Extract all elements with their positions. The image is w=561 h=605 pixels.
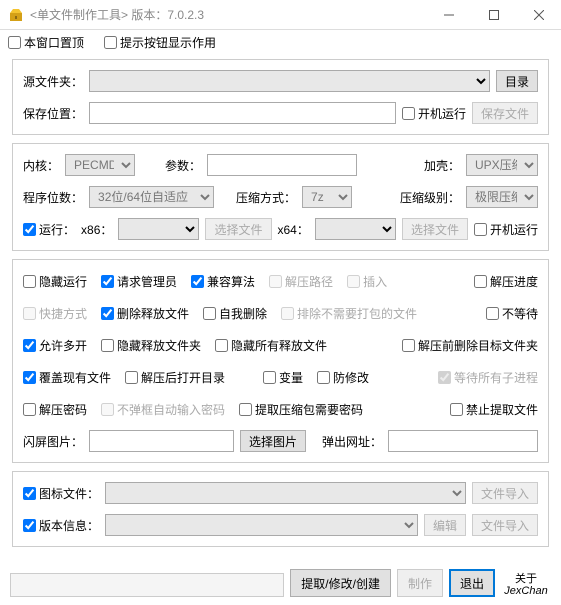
maximize-button[interactable]: [471, 0, 516, 29]
compress-level-select[interactable]: 极限压缩: [466, 186, 538, 208]
compress-method-label: 压缩方式：: [236, 189, 296, 206]
insert-checkbox[interactable]: 插入: [347, 273, 387, 290]
splash-input[interactable]: [89, 430, 234, 452]
version-info-select[interactable]: [105, 514, 418, 536]
icon-file-checkbox[interactable]: 图标文件：: [23, 485, 99, 502]
x86-label: x86：: [81, 221, 112, 238]
extract-need-pwd-checkbox[interactable]: 提取压缩包需要密码: [239, 401, 363, 418]
minimize-button[interactable]: [426, 0, 471, 29]
make-button[interactable]: 制作: [397, 569, 443, 597]
anti-tamper-checkbox[interactable]: 防修改: [317, 369, 369, 386]
compat-alg-checkbox[interactable]: 兼容算法: [191, 273, 255, 290]
about-link[interactable]: 关于 JexChan: [501, 571, 551, 597]
popup-url-input[interactable]: [388, 430, 538, 452]
shell-select[interactable]: UPX压缩: [466, 154, 538, 176]
save-path-label: 保存位置：: [23, 105, 83, 122]
x64-label: x64：: [278, 221, 309, 238]
no-wait-checkbox[interactable]: 不等待: [486, 305, 538, 322]
title-bar: <单文件制作工具> 版本：7.0.2.3: [0, 0, 561, 30]
self-delete-checkbox[interactable]: 自我删除: [203, 305, 267, 322]
overwrite-checkbox[interactable]: 覆盖现有文件: [23, 369, 111, 386]
x64-select[interactable]: [315, 218, 396, 240]
req-admin-checkbox[interactable]: 请求管理员: [101, 273, 177, 290]
x64-select-file-button[interactable]: 选择文件: [402, 218, 468, 240]
source-group: 源文件夹： 目录 保存位置： 开机运行 保存文件: [12, 59, 549, 135]
save-path-input[interactable]: [89, 102, 396, 124]
close-button[interactable]: [516, 0, 561, 29]
del-released-checkbox[interactable]: 删除释放文件: [101, 305, 189, 322]
open-dir-after-checkbox[interactable]: 解压后打开目录: [125, 369, 225, 386]
hide-all-released-checkbox[interactable]: 隐藏所有释放文件: [215, 337, 327, 354]
no-popup-pwd-checkbox[interactable]: 不弹框自动输入密码: [101, 401, 225, 418]
icon-import-button[interactable]: 文件导入: [472, 482, 538, 504]
wait-all-child-checkbox[interactable]: 等待所有子进程: [438, 369, 538, 386]
show-hints-checkbox[interactable]: 提示按钮显示作用: [104, 34, 216, 51]
boot-run-checkbox-2[interactable]: 开机运行: [474, 221, 538, 238]
source-folder-select[interactable]: [89, 70, 490, 92]
x86-select[interactable]: [118, 218, 199, 240]
compress-level-label: 压缩级别：: [400, 189, 460, 206]
hidden-run-checkbox[interactable]: 隐藏运行: [23, 273, 87, 290]
extract-pwd-checkbox[interactable]: 解压密码: [23, 401, 87, 418]
save-file-button[interactable]: 保存文件: [472, 102, 538, 124]
exit-button[interactable]: 退出: [449, 569, 495, 597]
options-group: 隐藏运行 请求管理员 兼容算法 解压路径 插入 解压进度 快捷方式 删除释放文件…: [12, 259, 549, 463]
exclude-nopack-checkbox[interactable]: 排除不需要打包的文件: [281, 305, 417, 322]
hide-release-folder-checkbox[interactable]: 隐藏释放文件夹: [101, 337, 201, 354]
params-label: 参数：: [165, 157, 201, 174]
shell-label: 加壳：: [424, 157, 460, 174]
kernel-label: 内核：: [23, 157, 59, 174]
x86-select-file-button[interactable]: 选择文件: [205, 218, 271, 240]
config-group: 内核： PECMD 参数： 加壳： UPX压缩 程序位数： 32位/64位自适应…: [12, 143, 549, 251]
version-info-checkbox[interactable]: 版本信息：: [23, 517, 99, 534]
bottom-bar: 提取/修改/创建 制作 退出 关于 JexChan: [0, 563, 561, 605]
extract-modify-button[interactable]: 提取/修改/创建: [290, 569, 391, 597]
resource-group: 图标文件： 文件导入 版本信息： 编辑 文件导入: [12, 471, 549, 547]
catalog-button[interactable]: 目录: [496, 70, 538, 92]
params-input[interactable]: [207, 154, 357, 176]
window-title: <单文件制作工具> 版本：7.0.2.3: [30, 6, 426, 23]
forbid-extract-checkbox[interactable]: 禁止提取文件: [450, 401, 538, 418]
extract-path-checkbox[interactable]: 解压路径: [269, 273, 333, 290]
bits-label: 程序位数：: [23, 189, 83, 206]
version-import-button[interactable]: 文件导入: [472, 514, 538, 536]
run-checkbox[interactable]: 运行：: [23, 221, 75, 238]
select-image-button[interactable]: 选择图片: [240, 430, 306, 452]
kernel-select[interactable]: PECMD: [65, 154, 135, 176]
source-folder-label: 源文件夹：: [23, 73, 83, 90]
allow-multi-checkbox[interactable]: 允许多开: [23, 337, 87, 354]
extract-progress-checkbox[interactable]: 解压进度: [474, 273, 538, 290]
popup-url-label: 弹出网址：: [322, 433, 382, 450]
app-icon: [8, 7, 24, 23]
shortcut-checkbox[interactable]: 快捷方式: [23, 305, 87, 322]
edit-button[interactable]: 编辑: [424, 514, 466, 536]
always-on-top-checkbox[interactable]: 本窗口置顶: [8, 34, 84, 51]
bits-select[interactable]: 32位/64位自适应: [89, 186, 214, 208]
splash-label: 闪屏图片：: [23, 433, 83, 450]
compress-method-select[interactable]: 7z: [302, 186, 352, 208]
variable-checkbox[interactable]: 变量: [263, 369, 303, 386]
del-target-before-checkbox[interactable]: 解压前删除目标文件夹: [402, 337, 538, 354]
icon-file-select[interactable]: [105, 482, 466, 504]
boot-run-checkbox[interactable]: 开机运行: [402, 105, 466, 122]
